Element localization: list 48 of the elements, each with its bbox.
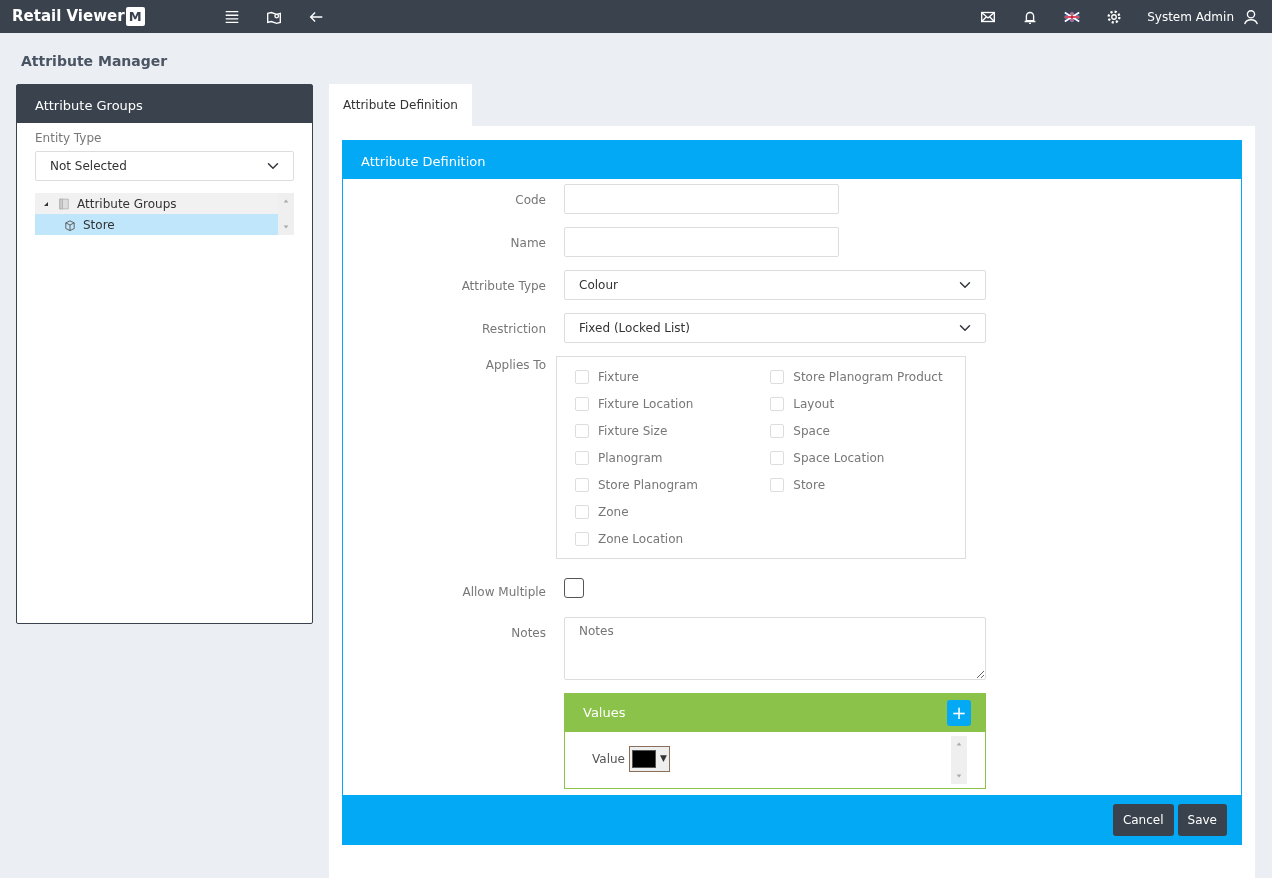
- field-label: Applies To: [484, 357, 547, 374]
- checkbox-label: Fixture Size: [598, 422, 668, 440]
- field-label: Code: [514, 192, 547, 209]
- field-label: Allow Multiple: [461, 584, 547, 601]
- checkbox-label: Planogram: [598, 449, 663, 467]
- text-field[interactable]: [564, 227, 839, 257]
- logo-text: Retail Viewer: [12, 6, 125, 28]
- tree-item[interactable]: Store: [35, 214, 278, 235]
- checkbox-label: Store Planogram Product: [793, 368, 943, 386]
- scroll-down-icon[interactable]: [954, 772, 964, 780]
- user-icon[interactable]: [1242, 7, 1260, 26]
- scroll-up-icon[interactable]: [281, 197, 291, 205]
- notes-field[interactable]: Notes: [564, 617, 986, 680]
- checkbox-label: Zone Location: [598, 530, 684, 548]
- page-title: Attribute Manager: [21, 52, 169, 71]
- checkbox-label: Layout: [793, 395, 835, 413]
- field-label: Entity Type: [35, 130, 103, 147]
- tree-item[interactable]: Attribute Groups: [35, 193, 278, 214]
- field-label: Notes: [510, 625, 547, 642]
- dropdown-select[interactable]: Fixed (Locked List): [564, 313, 986, 343]
- checkbox[interactable]: [564, 578, 584, 598]
- entity-type-select[interactable]: Not Selected: [35, 151, 294, 181]
- text-field[interactable]: [564, 184, 839, 214]
- form-button[interactable]: Save: [1177, 803, 1227, 836]
- scroll-up-icon[interactable]: [954, 740, 964, 748]
- checkbox-label: Space: [793, 422, 830, 440]
- field-label: Value: [592, 751, 625, 768]
- checkbox-label: Zone: [598, 503, 629, 521]
- form-button[interactable]: Cancel: [1112, 803, 1174, 836]
- checkbox-label: Store: [793, 476, 825, 494]
- tree-label: Attribute Groups: [77, 195, 177, 213]
- form-title: Attribute Definition: [343, 141, 1241, 179]
- field-label: Attribute Type: [460, 278, 547, 295]
- color-picker[interactable]: ▼: [628, 746, 670, 772]
- logo-mark: M: [125, 6, 145, 27]
- tab[interactable]: Attribute Definition: [329, 84, 472, 126]
- user-name[interactable]: System Admin: [1147, 7, 1234, 26]
- dropdown-select[interactable]: Colour: [564, 270, 986, 300]
- checkbox-label: Space Location: [793, 449, 885, 467]
- field-label: Restriction: [481, 321, 547, 338]
- checkbox-label: Store Planogram: [598, 476, 698, 494]
- panel-title: Values: [583, 704, 626, 723]
- panel-title: Attribute Groups: [17, 85, 312, 123]
- checkbox-label: Fixture Location: [598, 395, 694, 413]
- checkbox-label: Fixture: [598, 368, 639, 386]
- tree-label: Store: [83, 216, 115, 234]
- field-label: Name: [509, 235, 547, 252]
- scroll-down-icon[interactable]: [281, 223, 291, 231]
